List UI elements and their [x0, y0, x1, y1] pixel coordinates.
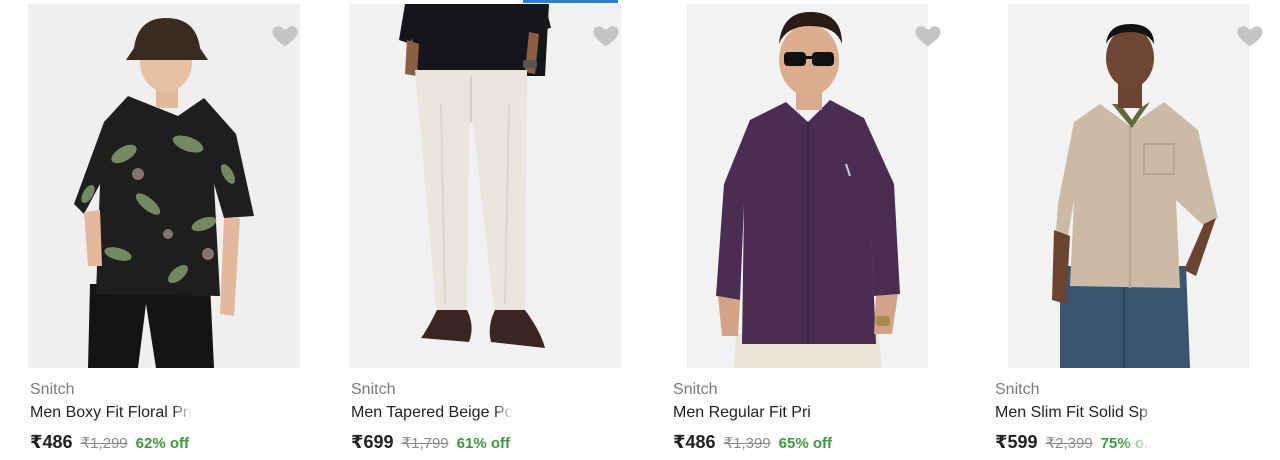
price-row: ₹486 ₹1,399 65% off: [673, 432, 832, 453]
product-image[interactable]: [349, 4, 621, 368]
product-card[interactable]: Snitch Men Regular Fit Pri ₹486 ₹1,399 6…: [671, 4, 943, 460]
product-brand: Snitch: [673, 381, 718, 398]
product-photo-floral-shirt: [28, 4, 300, 368]
product-brand: Snitch: [351, 381, 396, 398]
product-card[interactable]: Snitch Men Slim Fit Solid Sp ₹599 ₹2,399…: [993, 4, 1265, 460]
wishlist-heart-icon[interactable]: [591, 20, 621, 50]
product-image[interactable]: [1008, 4, 1250, 368]
product-card[interactable]: Snitch Men Tapered Beige Po ₹699 ₹1,799 …: [349, 4, 621, 460]
product-image[interactable]: [686, 4, 928, 368]
product-image[interactable]: [28, 4, 300, 368]
product-card[interactable]: Snitch Men Boxy Fit Floral Pri ₹486 ₹1,2…: [28, 4, 300, 460]
product-mrp: ₹1,799: [401, 435, 449, 452]
product-price: ₹699: [351, 432, 394, 452]
product-name[interactable]: Men Tapered Beige Po: [351, 404, 513, 422]
product-discount: 65% off: [778, 435, 832, 452]
product-price: ₹486: [673, 432, 716, 452]
product-price: ₹599: [995, 432, 1038, 452]
product-photo-purple-shirt: [686, 4, 928, 368]
product-photo-beige-shirt: [1008, 4, 1250, 368]
product-mrp: ₹1,399: [723, 435, 771, 452]
price-row: ₹699 ₹1,799 61% off: [351, 432, 510, 453]
price-row: ₹486 ₹1,299 62% off: [30, 432, 189, 453]
wishlist-heart-icon[interactable]: [913, 20, 943, 50]
price-row: ₹599 ₹2,399 75% o..: [995, 432, 1152, 453]
product-name[interactable]: Men Regular Fit Pri: [673, 404, 835, 422]
wishlist-heart-icon[interactable]: [1235, 20, 1265, 50]
active-tab-indicator: [523, 0, 618, 3]
product-name[interactable]: Men Slim Fit Solid Sp: [995, 404, 1157, 422]
product-price: ₹486: [30, 432, 73, 452]
product-discount: 75% o..: [1100, 435, 1153, 452]
product-brand: Snitch: [30, 381, 75, 398]
wishlist-heart-icon[interactable]: [270, 20, 300, 50]
product-mrp: ₹1,299: [80, 435, 128, 452]
product-name[interactable]: Men Boxy Fit Floral Pri: [30, 404, 192, 422]
product-grid: Snitch Men Boxy Fit Floral Pri ₹486 ₹1,2…: [0, 0, 1280, 460]
product-discount: 61% off: [456, 435, 510, 452]
product-mrp: ₹2,399: [1045, 435, 1093, 452]
product-discount: 62% off: [135, 435, 189, 452]
product-photo-beige-pants: [349, 4, 621, 368]
product-brand: Snitch: [995, 381, 1040, 398]
